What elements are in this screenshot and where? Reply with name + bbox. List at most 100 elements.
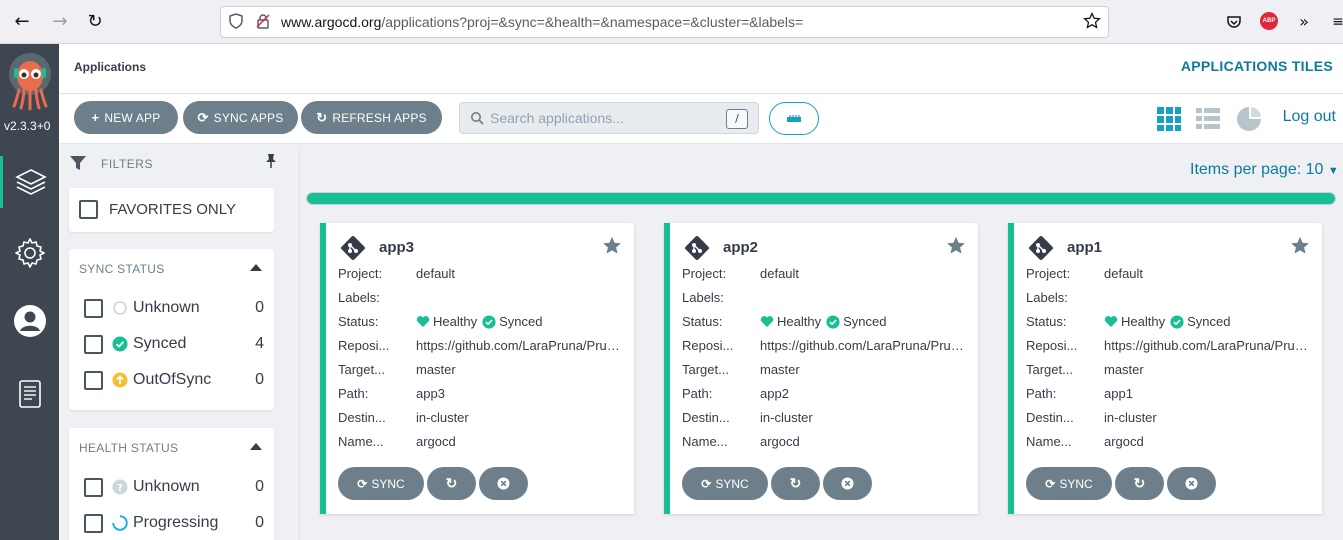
search-shortcut-key: / <box>726 109 748 129</box>
insecure-lock-icon[interactable] <box>254 13 272 31</box>
forward-icon[interactable]: → <box>48 10 72 34</box>
delete-button[interactable] <box>1167 467 1216 500</box>
search-input[interactable] <box>490 108 720 128</box>
health-status: Healthy <box>1121 314 1166 329</box>
back-icon[interactable]: ← <box>10 10 34 34</box>
filter-label: OutOfSync <box>133 371 212 388</box>
target-row: Target... master <box>338 362 628 382</box>
refresh-apps-button[interactable]: ↻ REFRESH APPS <box>301 101 442 134</box>
namespace-row: Name... argocd <box>338 434 628 454</box>
sync-apps-button[interactable]: ⟳ SYNC APPS <box>183 101 298 134</box>
argo-logo[interactable] <box>6 52 54 112</box>
project-value: default <box>760 266 800 281</box>
logout-link[interactable]: Log out <box>1283 108 1336 126</box>
field-label: Target... <box>338 362 385 377</box>
labels-row: Labels: <box>1026 290 1316 310</box>
delete-button[interactable] <box>479 467 528 500</box>
favorite-star-icon[interactable] <box>602 236 622 256</box>
app-card-app1[interactable]: app1 Project: default Labels: Status: Heal… <box>1008 223 1322 514</box>
path-value: app2 <box>760 386 789 401</box>
sync-button[interactable]: ⟳ SYNC <box>682 467 768 500</box>
filter-row-sync-outofsync[interactable]: OutOfSync 0 <box>84 369 264 393</box>
app-card-app3[interactable]: app3 Project: default Labels: Status: Heal… <box>320 223 634 514</box>
field-label: Project: <box>338 266 383 281</box>
destination-value: in-cluster <box>1104 410 1157 425</box>
status-bar-fill <box>307 193 1335 204</box>
reload-icon[interactable]: ↻ <box>83 10 107 34</box>
hamburger-menu-icon[interactable]: ≡ <box>1326 10 1343 34</box>
app-name[interactable]: app2 <box>723 239 758 256</box>
field-label: Status: <box>338 314 379 329</box>
filter-checkbox[interactable] <box>84 335 103 354</box>
refresh-button[interactable]: ↻ <box>771 467 820 500</box>
field-label: Labels: <box>682 290 724 305</box>
sidebar-item-user-info[interactable] <box>0 295 59 347</box>
project-row: Project: default <box>1026 266 1316 286</box>
collapse-caret-icon[interactable] <box>250 443 262 450</box>
refresh-button[interactable]: ↻ <box>1115 467 1164 500</box>
sidebar-item-applications[interactable] <box>0 156 59 208</box>
filter-checkbox[interactable] <box>84 371 103 390</box>
health-status: Healthy <box>433 314 478 329</box>
path-value: app3 <box>416 386 445 401</box>
check-circle-icon <box>1170 314 1184 329</box>
overflow-menu-icon[interactable]: » <box>1292 10 1316 34</box>
url-bar[interactable]: www.argocd.org/applications?proj=&sync=&… <box>220 6 1109 38</box>
favorite-star-icon[interactable] <box>946 236 966 256</box>
health-status: Healthy <box>777 314 822 329</box>
pie-summary-view-icon[interactable] <box>1236 106 1262 132</box>
pin-icon[interactable] <box>263 153 279 169</box>
app-name[interactable]: app1 <box>1067 239 1102 256</box>
filter-checkbox[interactable] <box>84 299 103 318</box>
target-row: Target... master <box>682 362 972 382</box>
field-label: Reposi... <box>682 338 734 353</box>
sync-button[interactable]: ⟳ SYNC <box>338 467 424 500</box>
field-label: Target... <box>682 362 729 377</box>
check-circle-icon <box>112 336 128 352</box>
field-label: Path: <box>1026 386 1057 401</box>
sync-button[interactable]: ⟳ SYNC <box>1026 467 1112 500</box>
shield-icon[interactable] <box>227 13 245 31</box>
repository-value[interactable]: https://github.com/LaraPruna/Prueba <box>416 338 621 353</box>
user-icon <box>13 305 46 337</box>
repository-value[interactable]: https://github.com/LaraPruna/Prueba <box>1104 338 1309 353</box>
favorites-checkbox[interactable] <box>79 200 98 219</box>
bookmark-star-icon[interactable] <box>1083 11 1101 30</box>
app-card-app2[interactable]: app2 Project: default Labels: Status: Heal… <box>664 223 978 514</box>
search-box[interactable]: / <box>459 102 759 134</box>
repository-value[interactable]: https://github.com/LaraPruna/Prueba <box>760 338 965 353</box>
filter-row-sync-unknown[interactable]: Unknown 0 <box>84 297 264 321</box>
favorites-only-filter[interactable]: FAVORITES ONLY <box>69 188 274 232</box>
favorites-label: FAVORITES ONLY <box>109 201 236 218</box>
label-filter-button[interactable] <box>769 102 819 135</box>
favorite-star-icon[interactable] <box>1290 236 1310 256</box>
delete-button[interactable] <box>823 467 872 500</box>
sync-status: Synced <box>843 314 887 329</box>
filter-row-health-progressing[interactable]: Progressing 0 <box>84 512 264 536</box>
adblock-icon[interactable]: ABP <box>1260 12 1278 30</box>
pocket-icon[interactable] <box>1222 10 1246 34</box>
url-host: www.argocd.org <box>281 14 382 30</box>
refresh-button[interactable]: ↻ <box>427 467 476 500</box>
new-app-label: NEW APP <box>104 110 161 125</box>
sidebar-item-docs[interactable] <box>0 368 59 420</box>
items-per-page-dropdown[interactable]: Items per page: 10 ▼ <box>1190 161 1339 179</box>
tiles-view-icon[interactable] <box>1156 106 1182 132</box>
field-label: Path: <box>338 386 369 401</box>
destination-value: in-cluster <box>760 410 813 425</box>
collapse-caret-icon[interactable] <box>250 264 262 271</box>
field-label: Destin... <box>682 410 730 425</box>
filter-checkbox[interactable] <box>84 478 103 497</box>
list-view-icon[interactable] <box>1195 106 1221 132</box>
labels-row: Labels: <box>682 290 972 310</box>
project-row: Project: default <box>338 266 628 286</box>
target-row: Target... master <box>1026 362 1316 382</box>
destination-row: Destin... in-cluster <box>1026 410 1316 430</box>
sidebar-item-settings[interactable] <box>0 227 59 279</box>
app-name[interactable]: app3 <box>379 239 414 256</box>
filter-icon <box>70 156 86 170</box>
new-app-button[interactable]: + NEW APP <box>74 101 178 134</box>
filter-row-health-unknown[interactable]: ? Unknown 0 <box>84 476 264 500</box>
filter-checkbox[interactable] <box>84 514 103 533</box>
filter-row-sync-synced[interactable]: Synced 4 <box>84 333 264 357</box>
